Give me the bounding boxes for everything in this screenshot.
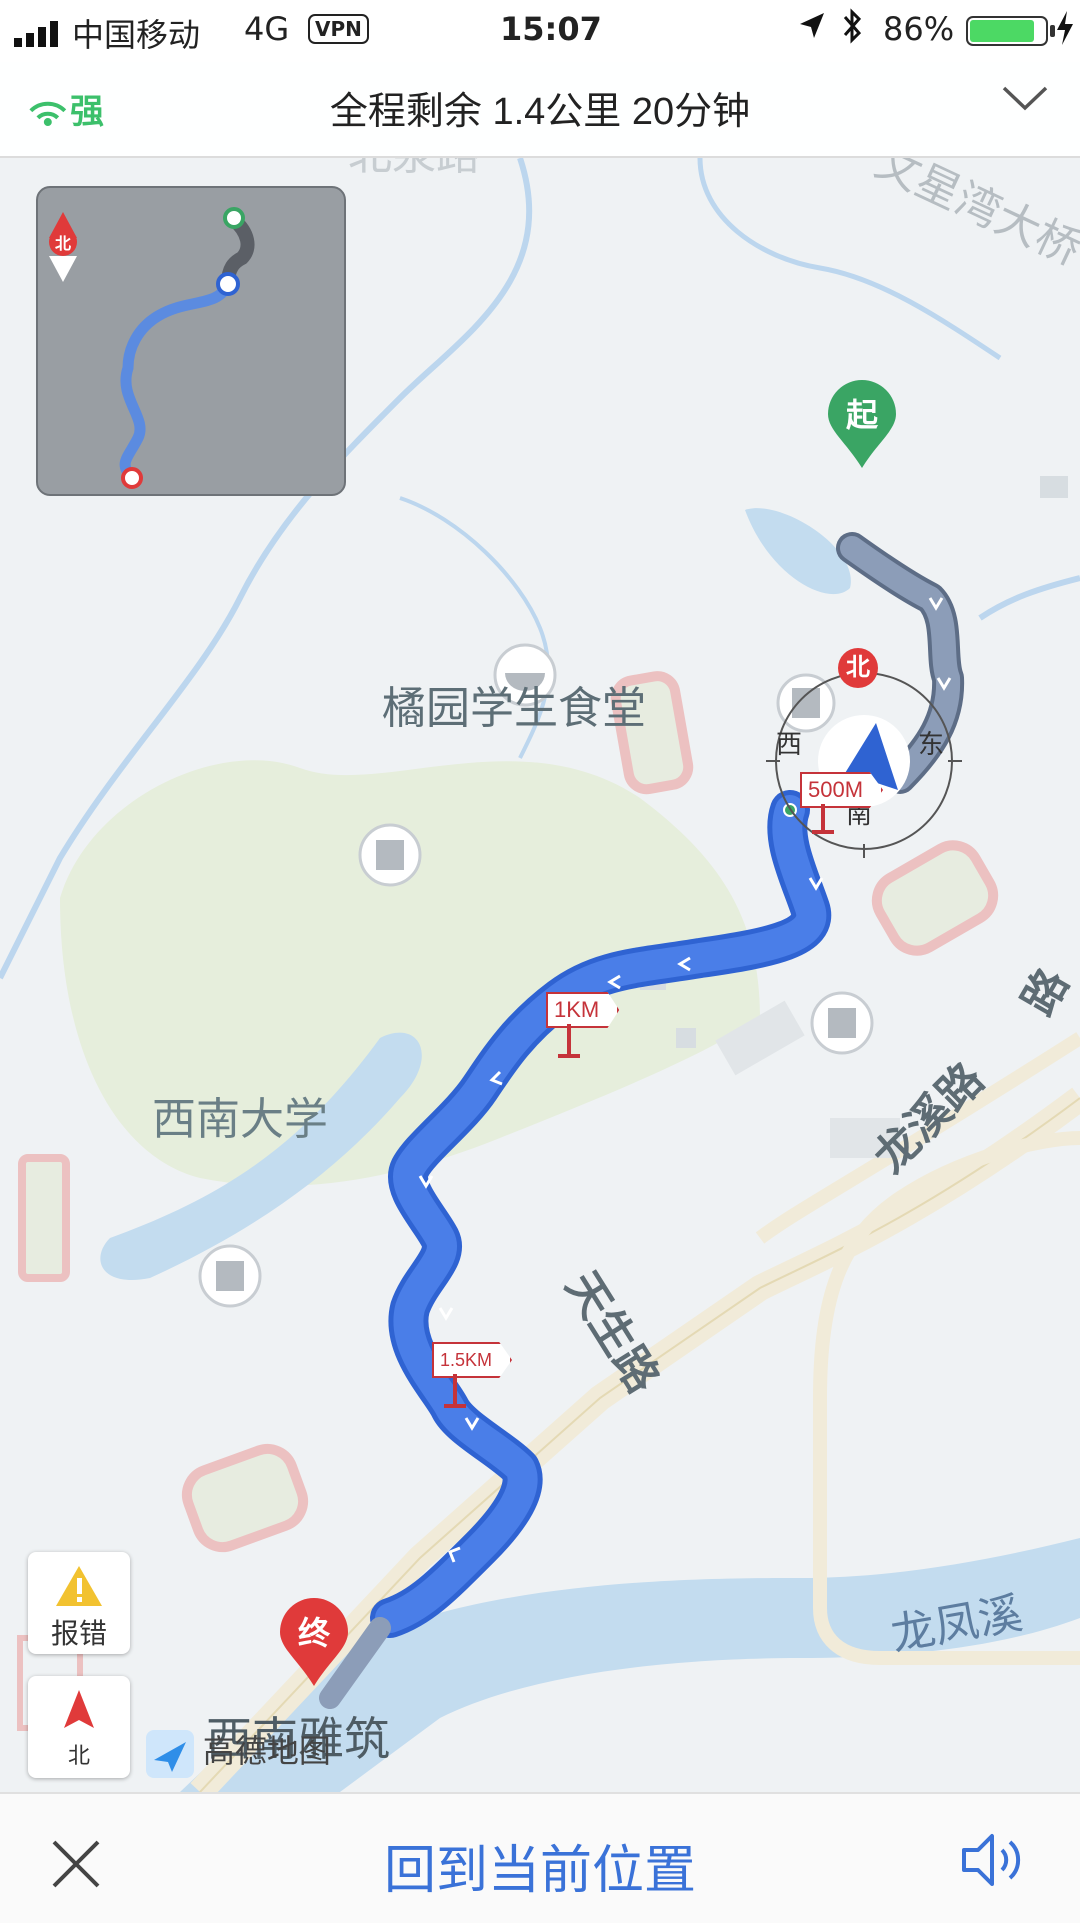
end-pin-label: 终: [297, 1615, 330, 1651]
status-bar: 中国移动 4G VPN 15:07 86%: [0, 0, 1080, 62]
minimap-current-dot: [216, 272, 240, 296]
minimap-compass: 北: [48, 212, 78, 287]
label-university: 西南大学: [152, 1095, 328, 1144]
distance-post-icon: [558, 1024, 580, 1058]
end-pin[interactable]: 终: [278, 1598, 350, 1690]
minimap-end-dot: [121, 467, 143, 489]
label-beiquan-road: 北泉路: [348, 158, 480, 182]
distance-marker-label: 1.5KM: [432, 1342, 513, 1378]
status-time: 15:07: [500, 10, 602, 48]
charging-icon: [1054, 8, 1076, 56]
north-arrow-icon: [64, 1690, 94, 1728]
north-up-button[interactable]: 北: [28, 1676, 130, 1778]
compass-north-label: 北: [838, 648, 878, 688]
report-error-button[interactable]: 报错: [28, 1552, 130, 1654]
poi-building-icon[interactable]: [776, 673, 836, 733]
label-canteen: 橘园学生食堂: [382, 684, 646, 733]
start-pin-label: 起: [845, 397, 878, 433]
location-arrow-icon: [796, 10, 828, 50]
speaker-icon[interactable]: [958, 1830, 1028, 1890]
north-up-label: 北: [67, 1743, 90, 1768]
report-error-label: 报错: [50, 1618, 107, 1649]
route-overview-minimap[interactable]: 北: [36, 186, 346, 496]
poi-building-icon[interactable]: [358, 823, 422, 887]
carrier-name: 中国移动: [72, 16, 201, 54]
start-pin[interactable]: 起: [826, 380, 898, 472]
return-to-location-button[interactable]: 回到当前位置: [340, 1828, 740, 1903]
battery-percent: 86%: [883, 10, 955, 48]
poi-building-icon[interactable]: [198, 1244, 262, 1308]
minimap-north-label: 北: [54, 236, 71, 253]
amap-logo-text: 高德地图: [202, 1733, 331, 1769]
distance-post-icon: [812, 804, 834, 834]
bluetooth-icon: [840, 8, 866, 52]
close-icon[interactable]: [48, 1836, 104, 1892]
distance-marker-label: 500M: [800, 772, 884, 808]
chevron-down-icon[interactable]: [1000, 78, 1050, 118]
compass-west-label: 西: [776, 729, 803, 759]
network-type: 4G: [244, 10, 290, 48]
route-summary: 全程剩余 1.4公里 20分钟: [329, 91, 751, 133]
warning-icon: [54, 1564, 104, 1613]
distance-marker-label: 1KM: [546, 992, 620, 1028]
bottom-action-bar: 回到当前位置: [0, 1792, 1080, 1923]
navigation-header: 强 全程剩余 1.4公里 20分钟: [0, 62, 1080, 158]
minimap-start-dot: [223, 207, 245, 229]
poi-building-icon[interactable]: [810, 991, 874, 1055]
distance-post-icon: [444, 1374, 466, 1408]
map-view[interactable]: 橘园学生食堂 西南大学 西南雅筑 龙溪路 天生路 龙凤溪 文星湾大桥 北泉路 路…: [0, 158, 1080, 1792]
signal-icon: [14, 17, 64, 55]
amap-logo-icon: [146, 1729, 194, 1778]
amap-logo: 高德地图: [146, 1726, 331, 1778]
compass-east-label: 东: [918, 729, 945, 759]
vpn-badge: VPN: [308, 14, 369, 44]
battery-icon: [966, 16, 1058, 46]
